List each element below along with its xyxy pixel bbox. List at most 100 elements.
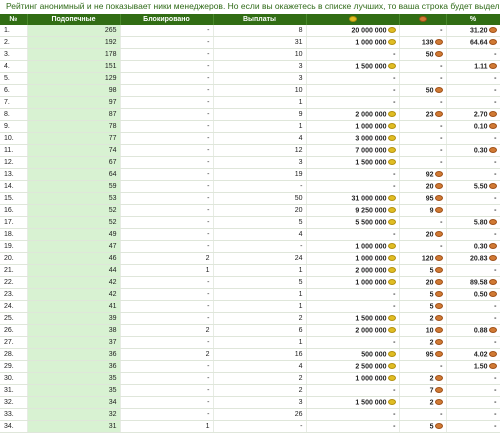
blocked-cell: 2	[120, 252, 214, 265]
table-row: 16. 52 - 20 9 250 000 9 -	[0, 204, 500, 217]
gold-cell-value: -	[393, 51, 396, 58]
gold-cell: 20 000 000	[306, 25, 400, 37]
gold-cell: 1 000 000	[306, 120, 400, 133]
copper-coin-icon	[488, 38, 497, 45]
gold-cell: 1 500 000	[306, 312, 400, 325]
payouts-cell: 3	[213, 156, 307, 169]
table-row: 31. 35 - 2 - 7 -	[0, 384, 500, 397]
percent-cell-value: 5.50	[473, 183, 488, 191]
copper-cell-value: 2	[429, 375, 434, 383]
percent-cell: -	[446, 396, 500, 409]
blocked-cell: -	[120, 396, 214, 409]
copper-cell: -	[399, 360, 447, 373]
payouts-cell-value: 31	[294, 39, 303, 46]
wards-cell: 67	[27, 156, 121, 169]
copper-coin-icon	[488, 218, 497, 225]
gold-coin-icon	[387, 122, 396, 129]
wards-cell-value: 151	[104, 63, 117, 70]
wards-cell-value: 38	[108, 327, 117, 334]
blocked-cell-value: -	[207, 87, 210, 94]
percent-cell: -	[446, 228, 500, 241]
wards-cell-value: 39	[108, 315, 117, 322]
copper-cell: 50	[399, 84, 447, 97]
row-number-value: 20.	[4, 255, 14, 262]
percent-cell-value: -	[494, 339, 497, 346]
payouts-cell-value: -	[300, 243, 303, 250]
header-gold[interactable]	[306, 14, 400, 25]
wards-cell: 41	[27, 300, 121, 313]
blocked-cell-value: -	[207, 99, 210, 106]
row-number-value: 24.	[4, 303, 14, 310]
header-percent[interactable]: %	[446, 14, 500, 25]
copper-cell: 10	[399, 324, 447, 337]
header-wards[interactable]: Подопечные	[27, 14, 121, 25]
table-row: 11. 74 - 12 7 000 000 - 0.30	[0, 144, 500, 157]
gold-cell: -	[306, 168, 400, 181]
table-row: 3. 178 - 10 - 50 -	[0, 48, 500, 61]
wards-cell-value: 67	[108, 159, 117, 166]
percent-cell-value: 0.88	[473, 327, 488, 335]
gold-cell: 1 000 000	[306, 36, 400, 49]
copper-cell-value: 5	[429, 303, 434, 311]
gold-cell-value: -	[393, 303, 396, 310]
gold-cell-value: 2 000 000	[355, 267, 387, 275]
percent-cell-value: -	[494, 75, 497, 82]
table-row: 30. 35 - 2 1 000 000 2 -	[0, 372, 500, 385]
payouts-cell: 2	[213, 312, 307, 325]
wards-cell-value: 44	[108, 267, 117, 274]
blocked-cell-value: -	[207, 135, 210, 142]
wards-cell-value: 87	[108, 111, 117, 118]
header-payouts[interactable]: Выплаты	[213, 14, 307, 25]
row-number: 24.	[0, 300, 28, 313]
percent-cell-value: 1.50	[473, 363, 488, 371]
row-number: 5.	[0, 72, 28, 85]
percent-cell: 89.58	[446, 276, 500, 289]
payouts-cell-value: 1	[298, 339, 303, 346]
gold-cell: -	[306, 288, 400, 301]
payouts-cell-value: 10	[294, 51, 303, 58]
percent-cell: -	[446, 168, 500, 181]
wards-cell-value: 78	[108, 123, 117, 130]
gold-cell-value: -	[393, 291, 396, 298]
blocked-cell: -	[120, 360, 214, 373]
row-number-value: 22.	[4, 279, 14, 286]
copper-cell: -	[399, 120, 447, 133]
table-row: 26. 38 2 6 2 000 000 10 0.88	[0, 324, 500, 337]
blocked-cell: -	[120, 312, 214, 325]
header-copper[interactable]	[399, 14, 447, 25]
payouts-cell: -	[213, 180, 307, 193]
row-number: 30.	[0, 372, 28, 385]
row-number: 10.	[0, 132, 28, 145]
row-number: 9.	[0, 120, 28, 133]
blocked-cell: 1	[120, 264, 214, 277]
payouts-cell: 1	[213, 336, 307, 349]
copper-cell: 120	[399, 252, 447, 265]
blocked-cell-value: -	[207, 111, 210, 118]
blocked-cell: -	[120, 384, 214, 397]
gold-cell: -	[306, 408, 400, 421]
wards-cell: 97	[27, 96, 121, 109]
copper-cell: 23	[399, 108, 447, 121]
header-number[interactable]: №	[0, 14, 28, 25]
row-number-value: 2.	[4, 39, 10, 46]
gold-cell-value: 1 000 000	[355, 255, 387, 263]
wards-cell-value: 52	[108, 219, 117, 226]
copper-coin-icon	[488, 26, 497, 33]
row-number-value: 21.	[4, 267, 14, 274]
table-row: 19. 47 - - 1 000 000 - 0.30	[0, 240, 500, 253]
copper-cell-value: 92	[425, 171, 434, 179]
table-row: 4. 151 - 3 1 500 000 - 1.11	[0, 60, 500, 73]
gold-coin-icon	[387, 278, 396, 285]
copper-cell-value: 95	[425, 195, 434, 203]
gold-cell: -	[306, 84, 400, 97]
copper-cell-value: 23	[425, 111, 434, 119]
wards-cell-value: 49	[108, 231, 117, 238]
row-number-value: 29.	[4, 363, 14, 370]
copper-coin-icon	[434, 110, 443, 117]
payouts-cell: 4	[213, 132, 307, 145]
table-row: 33. 32 - 26 - - -	[0, 408, 500, 421]
header-blocked[interactable]: Блокировано	[120, 14, 214, 25]
gold-cell: 1 000 000	[306, 252, 400, 265]
percent-cell-value: 2.70	[473, 111, 488, 119]
payouts-cell-value: 1	[298, 291, 303, 298]
